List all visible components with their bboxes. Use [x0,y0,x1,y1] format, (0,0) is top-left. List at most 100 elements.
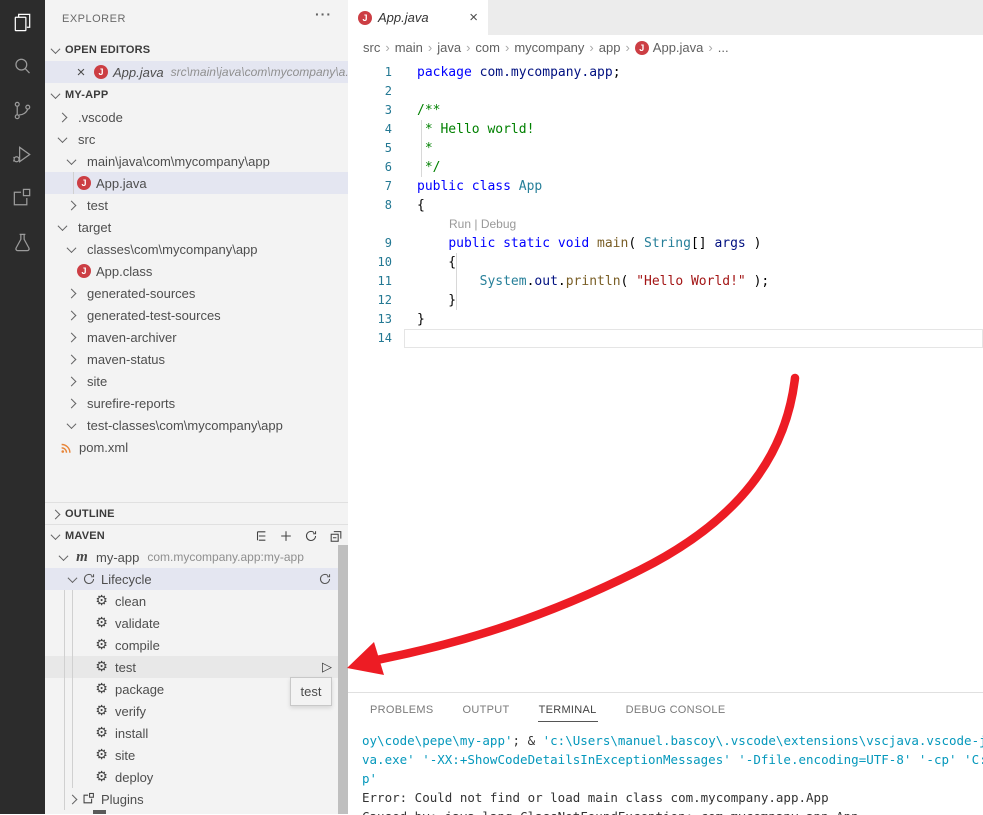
maven-goal-test[interactable]: ⚙ test ▷ [45,656,348,678]
section-open-editors[interactable]: OPEN EDITORS [45,39,348,61]
code-line-3[interactable]: 3/** [348,101,983,120]
breadcrumb-separator-icon: › [625,40,629,55]
tree-item-main-java-com-mycompany-app[interactable]: main\java\com\mycompany\app [45,150,348,172]
section-maven[interactable]: MAVEN [45,524,348,547]
open-editor-item-app-java[interactable]: × J App.java src\main\java\com\mycompany… [45,61,348,83]
line-number: 9 [348,234,392,253]
code-line-10[interactable]: 10 { [348,253,983,272]
code-line-13[interactable]: 13} [348,310,983,329]
section-my-app[interactable]: MY-APP [45,84,348,106]
tree-item-app-class[interactable]: JApp.class [45,260,348,282]
code-line-6[interactable]: 6 */ [348,158,983,177]
extensions-icon[interactable] [0,176,45,220]
maven-goal-clean[interactable]: ⚙clean [45,590,348,612]
breadcrumb-item-com[interactable]: com [475,40,500,55]
code-line-9[interactable]: 9 public static void main( String[] args… [348,234,983,253]
terminal-text: ; & [513,733,543,748]
tree-item-src[interactable]: src [45,128,348,150]
maven-lifecycle[interactable]: Lifecycle [45,568,348,590]
maven-project-my-app[interactable]: mmy-appcom.mycompany.app:my-app [45,546,348,568]
section-outline[interactable]: OUTLINE [45,502,348,525]
maven-goal-label: compile [115,638,160,653]
breadcrumb-separator-icon: › [466,40,470,55]
tree-item-label: site [87,374,107,389]
codelens-debug-link[interactable]: Debug [481,217,516,231]
more-actions-icon[interactable]: ··· [315,6,332,22]
refresh-icon[interactable] [318,572,332,586]
close-icon[interactable]: × [469,9,478,26]
refresh-icon[interactable] [304,529,318,543]
breadcrumb-item-main[interactable]: main [395,40,423,55]
tree-item-target[interactable]: target [45,216,348,238]
maven-goal-validate[interactable]: ⚙validate [45,612,348,634]
terminal-text: p' [362,771,377,786]
tree-item-generated-sources[interactable]: generated-sources [45,282,348,304]
panel-tab-debug-console[interactable]: DEBUG CONSOLE [625,693,727,722]
breadcrumb-item-app[interactable]: app [599,40,621,55]
tree-item-maven-archiver[interactable]: maven-archiver [45,326,348,348]
collapse-all-icon[interactable] [329,529,343,543]
code-line-4[interactable]: 4 * Hello world! [348,120,983,139]
breadcrumb-label: App.java [653,40,704,55]
tree-item-maven-status[interactable]: maven-status [45,348,348,370]
gear-icon: ⚙ [93,660,110,674]
tree-item-pom-xml[interactable]: pom.xml [45,436,348,458]
line-number: 2 [348,82,392,101]
panel-tab-problems[interactable]: PROBLEMS [369,693,435,722]
code-line-7[interactable]: 7public class App [348,177,983,196]
breadcrumb-item-java[interactable]: java [437,40,461,55]
maven-goal-compile[interactable]: ⚙compile [45,634,348,656]
list-tree-icon[interactable] [254,529,268,543]
tree-item-classes-com-mycompany-app[interactable]: classes\com\mycompany\app [45,238,348,260]
code-line-12[interactable]: 12 } [348,291,983,310]
code-line-11[interactable]: 11 System.out.println( "Hello World!" ); [348,272,983,291]
tree-item-site[interactable]: site [45,370,348,392]
source-control-icon[interactable] [0,88,45,132]
code-line-14[interactable]: 14 [348,329,983,348]
line-number: 3 [348,101,392,120]
code-line-8[interactable]: 8{ [348,196,983,215]
plus-icon[interactable] [279,529,293,543]
chevron-right-icon [68,794,78,804]
panel-tab-terminal[interactable]: TERMINAL [538,693,598,722]
terminal-output[interactable]: oy\code\pepe\my-app'; & 'c:\Users\manuel… [348,727,983,815]
terminal-text: 'c:\Users\manuel.bascoy\.vscode\extensio… [543,733,983,748]
run-goal-play-icon[interactable]: ▷ [322,660,332,675]
tab-app-java[interactable]: J App.java × [348,0,488,35]
code-line-1[interactable]: 1package com.mycompany.app; [348,63,983,82]
code-line-5[interactable]: 5 * [348,139,983,158]
panel-tab-output[interactable]: OUTPUT [462,693,511,722]
tree-item-generated-test-sources[interactable]: generated-test-sources [45,304,348,326]
maven-goal-deploy[interactable]: ⚙deploy [45,766,348,788]
code-token: [] [691,236,714,251]
code-line-2[interactable]: 2 [348,82,983,101]
breadcrumb-item-src[interactable]: src [363,40,380,55]
code-token: * [417,141,433,156]
maven-goal-install[interactable]: ⚙install [45,722,348,744]
breadcrumb-item-mycompany[interactable]: mycompany [514,40,584,55]
close-icon[interactable]: × [73,64,89,81]
sidebar-scrollbar[interactable] [338,545,348,814]
breadcrumb-item-[interactable]: ... [718,40,729,55]
testing-icon[interactable] [0,220,45,264]
maven-goal-label: test [115,660,136,675]
codelens-run-link[interactable]: Run [449,217,471,231]
code-token: } [417,293,456,308]
explorer-icon[interactable] [0,0,45,44]
tree-item-label: maven-status [87,352,165,367]
code-editor[interactable]: 1package com.mycompany.app;23/**4 * Hell… [348,60,983,695]
tree-item-vscode[interactable]: .vscode [45,106,348,128]
maven-plugins[interactable]: Plugins [45,788,348,810]
code-token: ) [746,236,762,251]
breadcrumb-item-app-java[interactable]: JApp.java [635,40,704,55]
tree-item-test-classes-com-mycompany-app[interactable]: test-classes\com\mycompany\app [45,414,348,436]
tree-item-label: maven-archiver [87,330,177,345]
chevron-down-icon [67,243,77,253]
maven-goal-site[interactable]: ⚙site [45,744,348,766]
tree-item-app-java[interactable]: JApp.java [45,172,348,194]
tree-item-surefire-reports[interactable]: surefire-reports [45,392,348,414]
tree-item-test[interactable]: test [45,194,348,216]
run-debug-icon[interactable] [0,132,45,176]
chevron-down-icon [68,573,78,583]
search-icon[interactable] [0,44,45,88]
